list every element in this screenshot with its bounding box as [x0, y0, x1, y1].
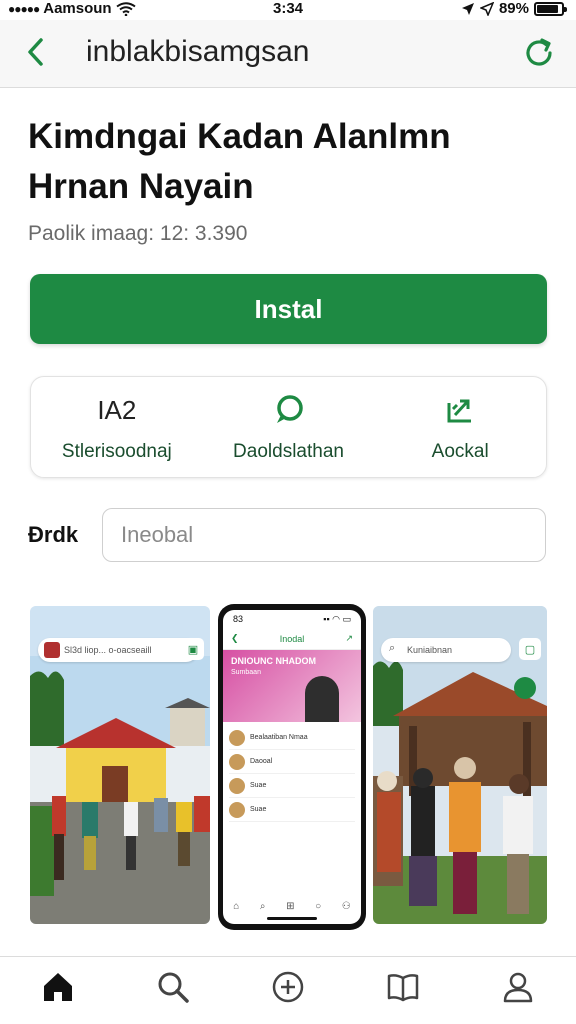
search-icon	[158, 972, 189, 1003]
hero-person-image	[305, 676, 339, 722]
tab-add[interactable]	[266, 965, 310, 1009]
nav-title: inblakbisamgsan	[86, 35, 310, 68]
share-icon	[443, 393, 477, 427]
tab-search[interactable]	[151, 965, 195, 1009]
screenshot-phone[interactable]: 83 ▪▪ ◠ ▭ ❮ Inodal ↗ DNIOUNC NHADOM Sumbaan…	[218, 604, 366, 930]
status-bar: ●●●●● Aamsoun 3:34 89%	[0, 0, 576, 20]
hero-title: DNIOUNC NHADOM	[231, 656, 316, 666]
search-icon: ⌕	[259, 901, 266, 912]
action-3-label: Aockal	[431, 441, 489, 462]
refresh-icon	[526, 38, 552, 66]
avatar	[229, 729, 245, 746]
nav-bar: inblakbisamgsan	[0, 20, 576, 88]
list-item-text: Suae	[250, 782, 267, 789]
add-icon	[272, 971, 304, 1002]
action-item-1[interactable]: IA2 Stlerisoodnaj	[31, 377, 203, 477]
install-button[interactable]: Instal	[30, 274, 547, 344]
status-right: 89%	[461, 0, 567, 17]
avatar	[229, 753, 245, 770]
battery-level	[537, 4, 559, 13]
phone-hero: DNIOUNC NHADOM Sumbaan	[223, 650, 361, 722]
book-icon	[387, 973, 419, 1001]
tab-profile[interactable]	[496, 965, 540, 1009]
action-item-2[interactable]: Daoldslathan	[203, 377, 375, 477]
action-2-label: Daoldslathan	[233, 441, 344, 462]
copy-icon: ▢	[519, 638, 541, 660]
actions-card: IA2 Stlerisoodnaj Daoldslathan Aockal	[30, 376, 547, 478]
phone-signal-icon: ▪▪ ◠ ▭	[323, 614, 351, 624]
circle-icon: ○	[315, 901, 322, 912]
action-item-3[interactable]: Aockal	[374, 377, 546, 477]
search-icon: ⌕	[389, 642, 396, 654]
refresh-button[interactable]	[520, 34, 558, 72]
search-label: Ðrdk	[28, 522, 79, 547]
profile-icon: ⚇	[341, 901, 351, 912]
list-item: Suae	[229, 798, 355, 822]
phone-screen: 83 ▪▪ ◠ ▭ ❮ Inodal ↗ DNIOUNC NHADOM Sumbaan…	[223, 610, 361, 924]
tab-library[interactable]	[381, 965, 425, 1009]
action-1-icon: IA2	[97, 394, 137, 425]
phone-status: 83 ▪▪ ◠ ▭	[223, 610, 361, 628]
location-icon	[461, 2, 474, 15]
tab-bar	[0, 956, 576, 1024]
phone-list: Bealaatiban Nmaa Daooal Suae Suae	[223, 722, 361, 826]
calendar-icon: ▣	[182, 638, 204, 660]
avatar	[229, 801, 245, 818]
battery-percent: 89%	[498, 0, 529, 17]
screenshot-left[interactable]: Sl3d liop... o-oacseaill ▣	[30, 606, 210, 924]
add-icon: ⊞	[286, 901, 295, 912]
screenshot-right[interactable]: ⌕ Kuniaibnan ▢	[373, 606, 547, 924]
list-item: Daooal	[229, 750, 355, 774]
hero-subtitle: Sumbaan	[231, 669, 261, 676]
avatar	[229, 777, 245, 794]
list-item: Bealaatiban Nmaa	[229, 726, 355, 750]
list-item-text: Bealaatiban Nmaa	[250, 734, 308, 741]
mini-search-bar: ⌕ Kuniaibnan	[381, 638, 511, 662]
tab-home[interactable]	[36, 965, 80, 1009]
battery-icon	[534, 1, 567, 16]
profile-icon	[504, 972, 533, 1002]
mini-search-bar: Sl3d liop... o-oacseaill	[38, 638, 198, 662]
home-icon: ⌂	[233, 901, 240, 912]
list-item: Suae	[229, 774, 355, 798]
action-1-label: Stlerisoodnaj	[61, 441, 172, 462]
screenshot-gallery[interactable]: Sl3d liop... o-oacseaill ▣ 83 ▪▪ ◠ ▭ ❮ Ino…	[30, 604, 547, 934]
phone-nav: ❮ Inodal ↗	[223, 628, 361, 650]
mini-search-text: Kuniaibnan	[407, 645, 453, 655]
back-button[interactable]	[20, 34, 52, 70]
list-item-text: Daooal	[250, 758, 273, 765]
chevron-left-icon	[28, 38, 43, 66]
location-outline-icon	[479, 1, 494, 16]
mini-search-text: Sl3d liop... o-oacseaill	[64, 645, 152, 655]
app-logo-icon	[44, 642, 60, 658]
list-item-text: Suae	[250, 806, 267, 813]
phone-title: Inodal	[279, 633, 305, 644]
share-icon: ↗	[345, 633, 353, 643]
home-indicator	[267, 917, 317, 920]
app-meta: Paolik imaag: 12: 3.390	[28, 222, 248, 245]
phone-time: 83	[233, 614, 244, 624]
chevron-left-icon: ❮	[231, 633, 239, 643]
app-title: Kimdngai Kadan Alanlmn Hrnan Nayain	[28, 117, 451, 206]
search-row: Ðrdk	[28, 508, 548, 564]
search-input[interactable]	[102, 508, 546, 562]
chat-bubble-icon	[272, 393, 306, 427]
phone-tabs: ⌂ ⌕ ⊞ ○ ⚇	[223, 901, 361, 912]
home-icon	[43, 972, 72, 1001]
